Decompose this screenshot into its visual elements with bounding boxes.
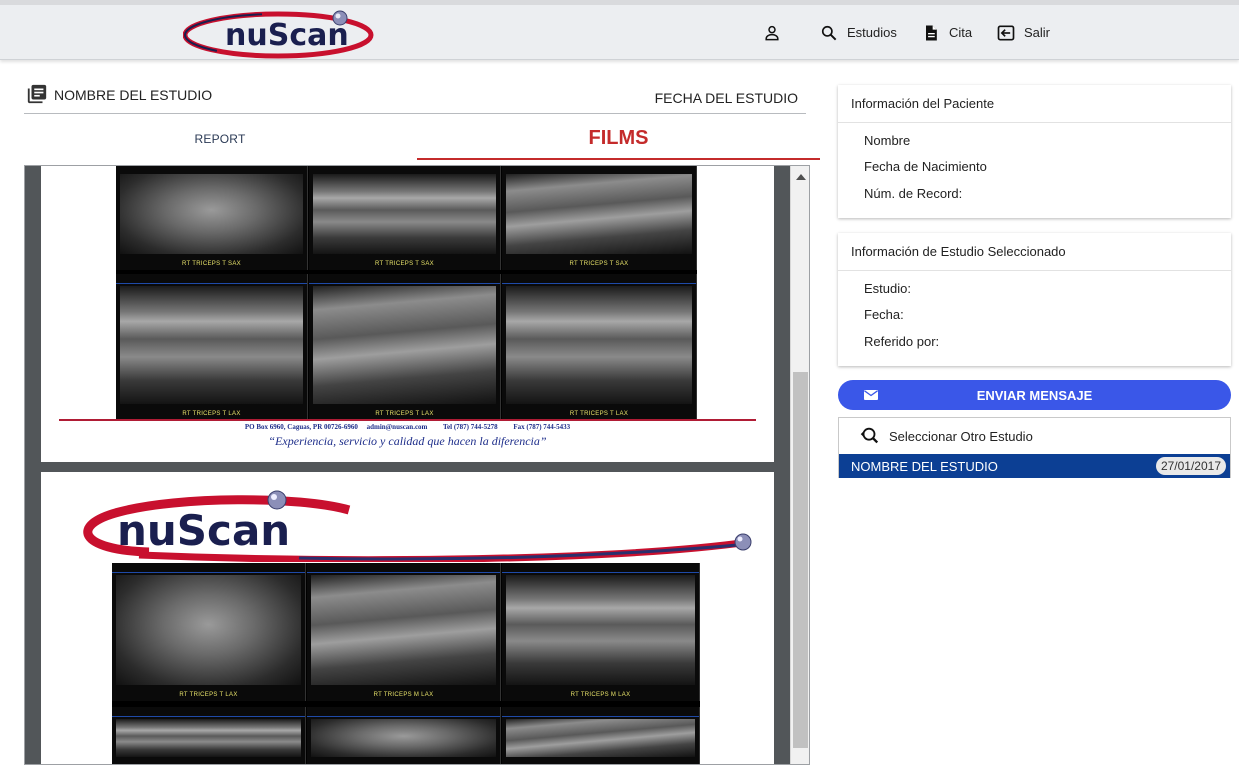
list-item[interactable]: NOMBRE DEL ESTUDIO 27/01/2017 <box>839 454 1230 478</box>
nav-cita-label: Cita <box>949 25 973 40</box>
study-date-label: FECHA DEL ESTUDIO <box>654 90 798 106</box>
send-message-button[interactable]: ENVIAR MENSAJE <box>838 380 1231 410</box>
nav-estudios[interactable]: Estudios <box>819 5 897 60</box>
select-other-study-button[interactable]: Seleccionar Otro Estudio <box>839 418 1230 454</box>
top-bar: nuScan Estudios Cita Salir <box>0 0 1239 60</box>
footer-rule <box>59 419 756 421</box>
library-books-icon <box>27 84 47 104</box>
ultrasound-frame <box>307 707 501 764</box>
search-icon <box>821 25 837 40</box>
frame-label: RT TRICEPS T LAX <box>569 411 629 417</box>
ultrasound-frame: RT TRICEPS T LAX <box>502 274 697 420</box>
select-other-study-label: Seleccionar Otro Estudio <box>889 428 1033 444</box>
nuscan-logo: nuScan <box>83 490 752 562</box>
search-history-icon <box>860 427 879 444</box>
nav-salir[interactable]: Salir <box>996 5 1050 60</box>
patient-name-label: Nombre <box>864 132 911 148</box>
tab-films[interactable]: FILMS <box>417 118 820 160</box>
ultrasound-frame: RT TRICEPS M LAX <box>307 563 501 701</box>
referred-by-label: Referido por: <box>864 333 940 349</box>
frame-label: RT TRICEPS T SAX <box>182 261 241 267</box>
study-item-date-badge: 27/01/2017 <box>1155 457 1226 475</box>
footer-email: admin@nuscan.com <box>366 423 428 431</box>
frame-label: RT TRICEPS T LAX <box>375 411 434 417</box>
footer-tel: Tel (787) 744-5278 <box>443 423 498 431</box>
logout-icon <box>997 25 1015 40</box>
send-message-label: ENVIAR MENSAJE <box>976 387 1093 403</box>
frame-label: RT TRICEPS T SAX <box>569 261 629 267</box>
ultrasound-frame: RT TRICEPS T LAX <box>309 274 501 420</box>
ultrasound-frame: RT TRICEPS T SAX <box>309 166 501 270</box>
film-page-1: RT TRICEPS T SAX RT TRICEPS T SAX RT TRI… <box>41 166 774 462</box>
nav-salir-label: Salir <box>1024 25 1051 40</box>
frame-label: RT TRICEPS T SAX <box>375 261 434 267</box>
patient-dob-label: Fecha de Nacimiento <box>864 159 987 175</box>
films-viewer[interactable]: RT TRICEPS T SAX RT TRICEPS T SAX RT TRI… <box>24 165 810 765</box>
ultrasound-frame: RT TRICEPS T LAX <box>112 563 306 701</box>
frame-label: RT TRICEPS M LAX <box>570 692 631 698</box>
nav-cita[interactable]: Cita <box>921 5 972 60</box>
ultrasound-frame: RT TRICEPS T SAX <box>502 166 697 270</box>
select-study-panel: Seleccionar Otro Estudio NOMBRE DEL ESTU… <box>838 417 1231 478</box>
study-card-title: Información de Estudio Seleccionado <box>838 233 1231 271</box>
patient-record-label: Núm. de Record: <box>864 185 963 201</box>
logo-text: nuScan <box>225 18 349 53</box>
scroll-thumb[interactable] <box>793 372 808 748</box>
study-header: NOMBRE DEL ESTUDIO FECHA DEL ESTUDIO <box>24 80 806 114</box>
study-name-label: NOMBRE DEL ESTUDIO <box>54 87 213 103</box>
footer-slogan: “Experiencia, servicio y calidad que hac… <box>268 434 547 448</box>
study-type-label: Estudio: <box>864 280 911 296</box>
ultrasound-film: RT TRICEPS T SAX RT TRICEPS T SAX RT TRI… <box>116 166 697 420</box>
patient-card-title: Información del Paciente <box>838 85 1231 123</box>
frame-label: RT TRICEPS T LAX <box>182 411 241 417</box>
ultrasound-frame <box>502 707 700 764</box>
user-icon <box>765 25 779 40</box>
patient-info-card: Información del Paciente Nombre Fecha de… <box>838 85 1231 218</box>
scroll-up-arrow-icon[interactable] <box>796 174 806 180</box>
ultrasound-frame: RT TRICEPS T SAX <box>116 166 308 270</box>
tab-report[interactable]: REPORT <box>24 118 416 160</box>
selected-study-card: Información de Estudio Seleccionado Estu… <box>838 233 1231 366</box>
ultrasound-film: RT TRICEPS T LAX RT TRICEPS M LAX RT TRI… <box>112 563 700 764</box>
contact-footer: PO Box 6960, Caguas, PR 00726-6960 admin… <box>41 423 774 431</box>
view-tabs: REPORT FILMS <box>24 118 820 160</box>
ultrasound-frame: RT TRICEPS M LAX <box>502 563 700 701</box>
footer-address: PO Box 6960, Caguas, PR 00726-6960 <box>244 423 358 431</box>
film-page-2: nuScan RT TRICEPS T LAX RT TRICEPS M LAX… <box>41 472 774 764</box>
frame-label: RT TRICEPS M LAX <box>373 692 434 698</box>
document-icon <box>926 25 937 40</box>
user-profile-button[interactable] <box>762 5 790 60</box>
nav-estudios-label: Estudios <box>847 25 897 40</box>
ultrasound-frame <box>112 707 306 764</box>
viewer-scrollbar[interactable] <box>790 166 809 764</box>
study-date-field-label: Fecha: <box>864 307 904 323</box>
ultrasound-frame: RT TRICEPS T LAX <box>116 274 308 420</box>
study-item-name: NOMBRE DEL ESTUDIO <box>851 458 998 474</box>
footer-fax: Fax (787) 744-5433 <box>513 423 571 431</box>
nuscan-logo[interactable]: nuScan <box>183 7 383 59</box>
logo-text: nuScan <box>117 506 290 555</box>
mail-icon <box>864 390 878 400</box>
frame-label: RT TRICEPS T LAX <box>179 692 238 698</box>
